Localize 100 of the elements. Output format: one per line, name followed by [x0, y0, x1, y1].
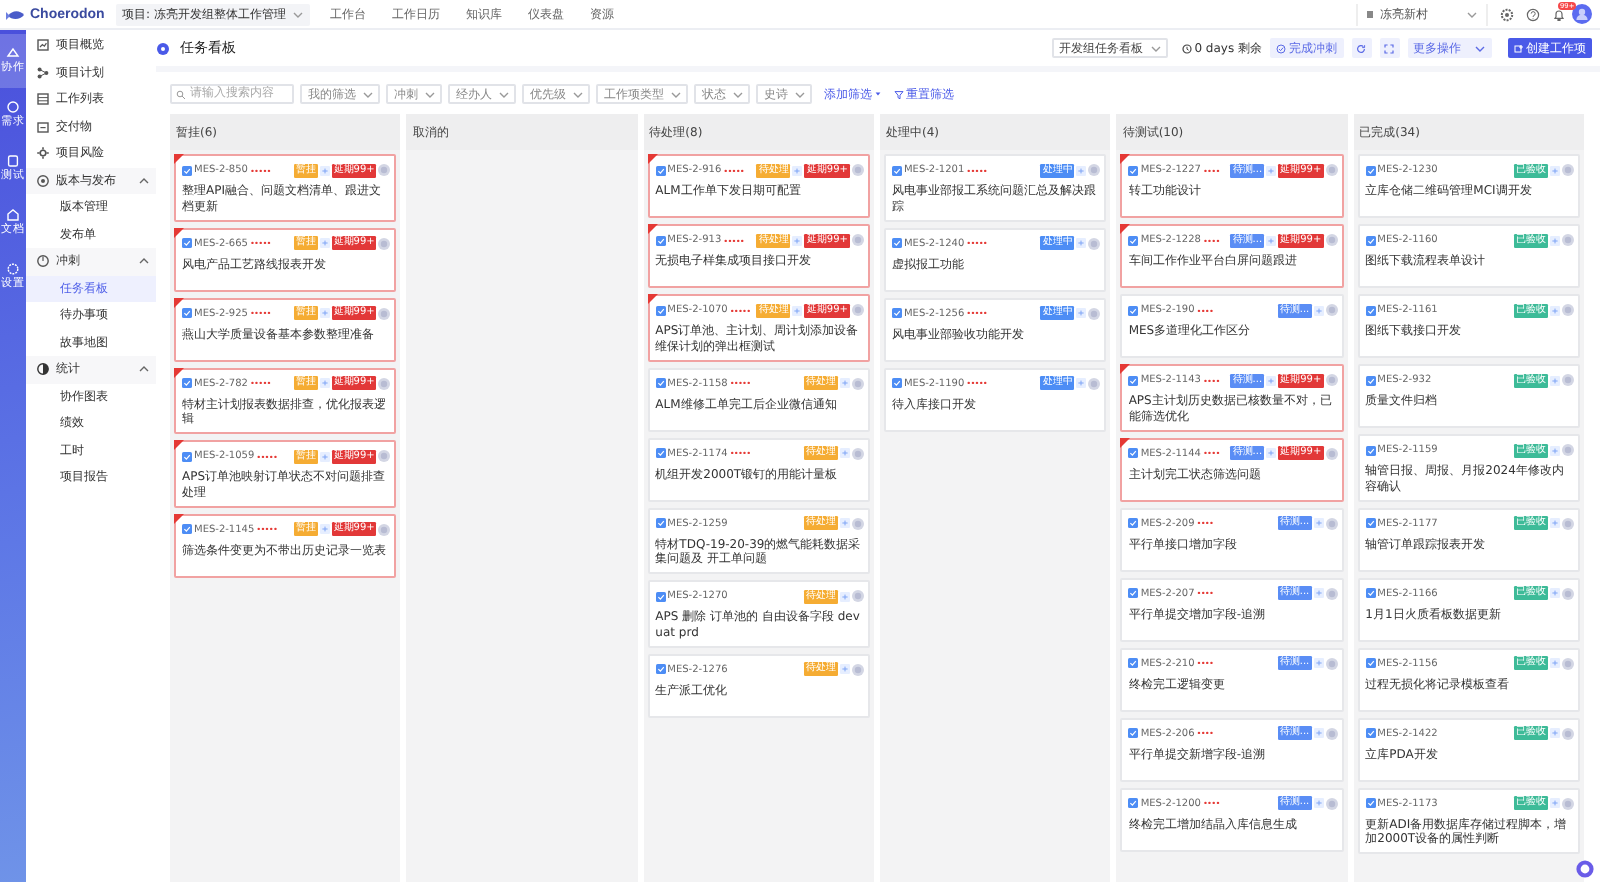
assignee-icon[interactable]	[378, 523, 391, 536]
priority-icon	[319, 524, 330, 535]
refresh-button[interactable]	[1351, 38, 1371, 58]
assignee-icon[interactable]	[851, 164, 864, 176]
task-type-icon	[1128, 728, 1139, 739]
assignee-icon[interactable]	[1325, 234, 1338, 246]
overdue-corner-icon	[174, 297, 184, 308]
priority-icon	[1549, 305, 1560, 315]
bell-icon[interactable]	[1552, 7, 1566, 21]
overdue-corner-icon	[647, 294, 658, 304]
rail-item-icon	[6, 262, 20, 277]
assignee-icon[interactable]	[1325, 587, 1338, 600]
assignee-icon[interactable]	[1088, 164, 1101, 176]
sidebar-item-icon	[36, 38, 50, 53]
task-type-icon	[1128, 588, 1139, 599]
overdue-corner-icon	[647, 154, 658, 164]
assignee-icon[interactable]	[851, 517, 864, 530]
chevron-down-icon	[1466, 9, 1478, 19]
priority-icon	[1266, 375, 1277, 385]
chevron-down-icon	[732, 89, 744, 99]
rail-item-icon	[6, 100, 20, 115]
chevron-down-icon	[424, 89, 436, 99]
overdue-corner-icon	[174, 227, 184, 238]
assignee-icon[interactable]	[1561, 727, 1574, 740]
assignee-icon[interactable]	[1561, 234, 1574, 246]
task-type-icon	[655, 664, 666, 675]
assignee-icon[interactable]	[1325, 374, 1338, 386]
refresh-icon	[1356, 43, 1366, 53]
building-icon	[1366, 10, 1374, 18]
sidebar-item-icon	[36, 92, 50, 107]
assignee-icon[interactable]	[1325, 797, 1338, 810]
toggle-icon[interactable]	[156, 41, 170, 55]
assignee-icon[interactable]	[1325, 164, 1338, 176]
sidebar-item-icon	[36, 254, 50, 269]
assignee-icon[interactable]	[1325, 517, 1338, 530]
settings-icon[interactable]	[1500, 7, 1514, 21]
task-type-icon	[891, 378, 902, 389]
priority-icon	[1549, 658, 1560, 669]
avatar-icon[interactable]	[1572, 4, 1592, 24]
assignee-icon[interactable]	[1561, 587, 1574, 600]
assignee-icon[interactable]	[1561, 304, 1574, 316]
assignee-icon[interactable]	[378, 450, 391, 463]
assignee-icon[interactable]	[378, 377, 391, 390]
chevron-up-icon	[138, 364, 150, 375]
overdue-corner-icon	[647, 224, 658, 234]
assignee-icon[interactable]	[1325, 727, 1338, 740]
assignee-icon[interactable]	[851, 590, 864, 603]
priority-icon	[1076, 308, 1087, 319]
priority-icon	[1549, 798, 1560, 809]
priority-icon	[1313, 518, 1324, 529]
assignee-icon[interactable]	[1561, 444, 1574, 456]
assignee-icon[interactable]	[378, 164, 391, 176]
priority-icon	[1313, 658, 1324, 669]
assignee-icon[interactable]	[1561, 797, 1574, 810]
assignee-icon[interactable]	[851, 234, 864, 246]
assignee-icon[interactable]	[1561, 657, 1574, 670]
assignee-icon[interactable]	[378, 307, 391, 320]
assignee-icon[interactable]	[1325, 657, 1338, 670]
task-type-icon	[182, 378, 192, 389]
priority-icon	[1313, 305, 1324, 315]
priority-icon	[1313, 798, 1324, 809]
priority-icon	[319, 308, 330, 319]
fullscreen-button[interactable]	[1379, 38, 1399, 58]
task-type-icon	[1128, 518, 1139, 529]
priority-icon	[792, 305, 803, 315]
assignee-icon[interactable]	[1088, 237, 1101, 250]
assignee-icon[interactable]	[851, 447, 864, 460]
priority-icon	[1076, 165, 1087, 175]
priority-icon	[1549, 588, 1560, 599]
assignee-icon[interactable]	[1325, 304, 1338, 316]
task-type-icon	[182, 524, 192, 535]
assignee-icon[interactable]	[1561, 164, 1574, 176]
assignee-icon[interactable]	[1088, 307, 1101, 320]
chevron-down-icon	[291, 9, 304, 19]
chevron-up-icon	[138, 175, 150, 186]
assistant-icon[interactable]	[1576, 860, 1594, 878]
sidebar-item-icon	[36, 146, 50, 161]
task-type-icon	[891, 238, 902, 249]
task-type-icon	[1365, 235, 1376, 245]
assignee-icon[interactable]	[1561, 374, 1574, 386]
task-type-icon	[1365, 165, 1376, 175]
overdue-corner-icon	[1120, 154, 1131, 164]
assignee-icon[interactable]	[1561, 517, 1574, 530]
assignee-icon[interactable]	[851, 663, 864, 676]
task-type-icon	[1128, 798, 1139, 809]
task-type-icon	[891, 308, 902, 319]
caret-icon	[1473, 43, 1485, 53]
create-icon	[1513, 43, 1523, 53]
task-type-icon	[655, 518, 666, 529]
task-type-icon	[182, 238, 192, 249]
help-icon[interactable]	[1526, 7, 1540, 21]
assignee-icon[interactable]	[1325, 447, 1338, 460]
priority-icon	[1549, 165, 1560, 175]
assignee-icon[interactable]	[1088, 377, 1101, 390]
sidebar-item-icon	[36, 173, 50, 188]
priority-icon	[792, 165, 803, 175]
assignee-icon[interactable]	[378, 237, 391, 250]
assignee-icon[interactable]	[851, 377, 864, 390]
overdue-corner-icon	[174, 440, 184, 451]
assignee-icon[interactable]	[851, 304, 864, 316]
